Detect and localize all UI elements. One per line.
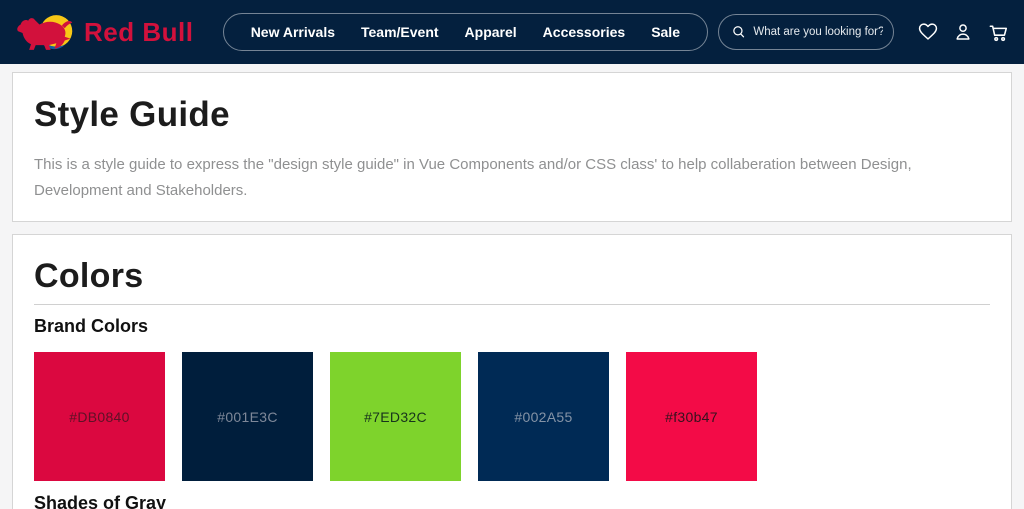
wishlist-button[interactable] xyxy=(916,20,940,44)
section-divider xyxy=(34,304,990,305)
brand-color-swatches: #DB0840 #001E3C #7ED32C #002A55 #f30b47 xyxy=(34,352,990,481)
site-header: Red Bull New Arrivals Team/Event Apparel… xyxy=(0,0,1024,64)
cart-button[interactable] xyxy=(986,20,1010,44)
color-swatch-7ed32c: #7ED32C xyxy=(330,352,461,481)
search-bar[interactable] xyxy=(718,14,894,50)
redbull-wordmark: Red Bull xyxy=(84,17,193,48)
swatch-hex-label: #001E3C xyxy=(217,409,277,425)
page-description: This is a style guide to express the "de… xyxy=(34,152,949,204)
search-input[interactable] xyxy=(753,26,883,38)
page-title: Style Guide xyxy=(34,95,990,135)
nav-item-sale[interactable]: Sale xyxy=(638,24,693,40)
shades-of-gray-title: Shades of Gray xyxy=(34,493,990,509)
redbull-logo[interactable]: Red Bull xyxy=(16,11,193,53)
swatch-hex-label: #f30b47 xyxy=(665,409,718,425)
intro-card: Style Guide This is a style guide to exp… xyxy=(12,72,1012,222)
cart-icon xyxy=(987,21,1010,44)
nav-item-apparel[interactable]: Apparel xyxy=(452,24,530,40)
colors-section-title: Colors xyxy=(34,257,990,296)
page-content: Style Guide This is a style guide to exp… xyxy=(0,72,1024,509)
colors-card: Colors Brand Colors #DB0840 #001E3C #7ED… xyxy=(12,234,1012,509)
person-icon xyxy=(952,21,974,43)
nav-item-new-arrivals[interactable]: New Arrivals xyxy=(238,24,348,40)
header-action-icons xyxy=(916,20,1010,44)
account-button[interactable] xyxy=(951,20,975,44)
color-swatch-001e3c: #001E3C xyxy=(182,352,313,481)
color-swatch-002a55: #002A55 xyxy=(478,352,609,481)
nav-item-team-event[interactable]: Team/Event xyxy=(348,24,452,40)
redbull-bull-and-sun-icon xyxy=(16,11,76,53)
search-icon xyxy=(731,23,746,41)
heart-icon xyxy=(917,21,939,43)
nav-item-accessories[interactable]: Accessories xyxy=(530,24,639,40)
brand-colors-title: Brand Colors xyxy=(34,316,990,337)
color-swatch-db0840: #DB0840 xyxy=(34,352,165,481)
swatch-hex-label: #002A55 xyxy=(514,409,572,425)
color-swatch-f30b47: #f30b47 xyxy=(626,352,757,481)
swatch-hex-label: #7ED32C xyxy=(364,409,427,425)
swatch-hex-label: #DB0840 xyxy=(69,409,129,425)
primary-nav: New Arrivals Team/Event Apparel Accessor… xyxy=(223,13,708,51)
